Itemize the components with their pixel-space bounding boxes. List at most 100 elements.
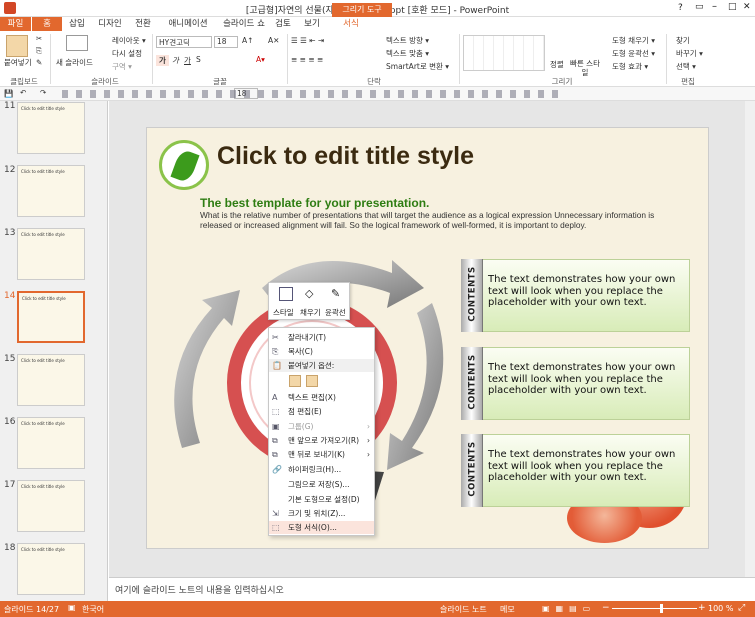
bullets-icon[interactable]: ☰ ☰ ⇤ ⇥ [291, 36, 324, 45]
slide-thumbnail[interactable]: Click to edit title style [17, 165, 85, 217]
slide-thumbnail[interactable]: Click to edit title style [17, 228, 85, 280]
menu-save-as-picture[interactable]: 그림으로 저장(S)... [269, 478, 374, 491]
slide-scrollbar[interactable] [745, 101, 755, 577]
bold-icon[interactable]: 가 [156, 55, 169, 66]
font-size-select[interactable]: 18 [214, 36, 238, 48]
tab-design[interactable]: 디자인 [94, 17, 126, 31]
find-button[interactable]: 찾기 [676, 35, 690, 46]
paste-icon[interactable] [6, 35, 28, 57]
menu-edit-text[interactable]: A 텍스트 편집(X) [269, 391, 374, 404]
tab-transitions[interactable]: 전환 [130, 17, 156, 31]
close-icon[interactable]: ✕ [743, 2, 751, 12]
ribbon-display-icon[interactable]: ▭ [695, 2, 704, 12]
content-text-3[interactable]: The text demonstrates how your own text … [488, 449, 683, 484]
paste-option-picture-icon[interactable] [306, 375, 318, 387]
align-text-button[interactable]: 텍스트 맞춤 ▾ [386, 48, 429, 59]
menu-send-to-back[interactable]: ⧉ 맨 뒤로 보내기(K) › [269, 448, 374, 461]
shape-fill-button[interactable]: 도형 채우기 ▾ [612, 35, 655, 46]
view-buttons[interactable]: ▣▦▤▭ [542, 604, 596, 613]
slide-thumbnail[interactable]: Click to edit title style [17, 102, 85, 154]
content-text-1[interactable]: The text demonstrates how your own text … [488, 274, 683, 309]
tab-home[interactable]: 홈 [32, 17, 62, 31]
content-text-2[interactable]: The text demonstrates how your own text … [488, 362, 683, 397]
slide-thumbnail[interactable]: Click to edit title style [17, 543, 85, 595]
tab-review[interactable]: 검토 [272, 17, 294, 31]
layout-button[interactable]: 레이아웃 ▾ [112, 35, 146, 46]
tab-slideshow[interactable]: 슬라이드 쇼 [218, 17, 270, 31]
zoom-level[interactable]: 100 % [708, 604, 733, 613]
menu-format-shape[interactable]: ⬚ 도형 서식(O)... [269, 521, 374, 534]
content-tag-2: CONTENTS [461, 347, 483, 420]
format-painter-icon[interactable]: ✎ [36, 58, 42, 67]
style-icon[interactable] [279, 287, 293, 301]
cut-icon[interactable]: ✂ [36, 34, 42, 43]
notes-toggle[interactable]: 슬라이드 노트 [440, 604, 487, 615]
language-indicator[interactable]: 한국어 [82, 604, 104, 615]
save-icon[interactable]: 💾 [4, 89, 13, 98]
outline-icon[interactable]: ✎ [331, 287, 340, 300]
replace-button[interactable]: 바꾸기 ▾ [676, 48, 703, 59]
slide-thumbnail[interactable]: Click to edit title style [17, 354, 85, 406]
shape-effects-button[interactable]: 도형 효과 ▾ [612, 61, 648, 72]
smartart-button[interactable]: SmartArt로 변환 ▾ [386, 61, 449, 72]
underline-icon[interactable]: 가 [184, 55, 191, 66]
tab-insert[interactable]: 삽입 [64, 17, 90, 31]
menu-hyperlink[interactable]: 🔗 하이퍼링크(H)... [269, 463, 374, 476]
slide-thumbnail-selected[interactable]: Click to edit title style [17, 291, 85, 343]
mini-outline-button[interactable]: 윤곽선 [325, 307, 346, 318]
slide-subtitle[interactable]: The best template for your presentation. [200, 196, 429, 210]
mini-fill-button[interactable]: 채우기 [300, 307, 321, 318]
menu-cut[interactable]: ✂ 잘라내기(T) [269, 331, 374, 344]
zoom-out-icon[interactable]: − [602, 603, 610, 613]
new-slide-button[interactable]: 새 슬라이드 [56, 57, 93, 68]
redo-icon[interactable]: ↷ [40, 88, 46, 97]
zoom-slider[interactable] [612, 608, 697, 609]
reset-button[interactable]: 다시 설정 [112, 48, 142, 59]
mini-style-button[interactable]: 스타일 [273, 307, 294, 318]
new-slide-icon[interactable] [66, 35, 88, 51]
menu-set-default-shape[interactable]: 기본 도형으로 설정(D) [269, 493, 374, 506]
comments-toggle[interactable]: 메모 [500, 604, 515, 615]
quick-styles-button[interactable]: 빠른 스타일 [570, 59, 600, 77]
zoom-in-icon[interactable]: + [698, 603, 706, 613]
paste-option-keep-icon[interactable] [289, 375, 301, 387]
align-icons[interactable]: ≡ ≡ ≡ ≡ [291, 55, 323, 64]
tab-animations[interactable]: 애니메이션 [160, 17, 216, 31]
slide-title[interactable]: Click to edit title style [217, 142, 474, 171]
slide-thumbnail[interactable]: Click to edit title style [17, 480, 85, 532]
maximize-icon[interactable]: □ [728, 2, 737, 12]
notes-placeholder[interactable]: 여기에 슬라이드 노트의 내용을 입력하십시오 [115, 583, 284, 596]
copy-icon[interactable]: ⎘ [36, 46, 42, 56]
menu-edit-points[interactable]: ⬚ 점 편집(E) [269, 405, 374, 418]
select-button[interactable]: 선택 ▾ [676, 61, 696, 72]
fill-icon[interactable]: ◇ [305, 287, 313, 300]
font-color-icon[interactable]: A▾ [256, 55, 265, 64]
tab-format[interactable]: 서식 [336, 17, 366, 31]
clear-format-icon[interactable]: A✕ [268, 36, 279, 45]
shadow-icon[interactable]: S [196, 55, 201, 64]
slide-body-text[interactable]: What is the relative number of presentat… [200, 210, 670, 230]
spellcheck-icon[interactable]: ▣ [68, 603, 76, 612]
undo-icon[interactable]: ↶ [20, 88, 26, 97]
minimize-icon[interactable]: – [712, 1, 717, 12]
zoom-slider-thumb[interactable] [660, 604, 663, 613]
paste-button[interactable]: 붙여넣기 [4, 57, 32, 68]
shape-outline-button[interactable]: 도형 윤곽선 ▾ [612, 48, 655, 59]
thumbnail-scrollbar[interactable] [97, 101, 107, 599]
help-icon[interactable]: ? [678, 3, 683, 13]
arrange-button[interactable]: 정렬 [550, 59, 564, 70]
fit-slide-icon[interactable]: ⤢ [738, 603, 745, 613]
section-button[interactable]: 구역 ▾ [112, 61, 132, 72]
italic-icon[interactable]: 가 [172, 55, 179, 66]
font-name-select[interactable]: HY견고딕 [156, 36, 212, 48]
notes-pane[interactable]: 여기에 슬라이드 노트의 내용을 입력하십시오 [109, 577, 755, 601]
menu-bring-to-front[interactable]: ⧉ 맨 앞으로 가져오기(R) › [269, 434, 374, 447]
tab-view[interactable]: 보기 [300, 17, 324, 31]
menu-copy[interactable]: ⎘ 복사(C) [269, 345, 374, 358]
text-direction-button[interactable]: 텍스트 방향 ▾ [386, 35, 429, 46]
menu-size-position[interactable]: ⇲ 크기 및 위치(Z)... [269, 507, 374, 520]
tab-file[interactable]: 파일 [0, 17, 31, 31]
slide-thumbnail[interactable]: Click to edit title style [17, 417, 85, 469]
font-grow-icon[interactable]: A↑ [242, 36, 253, 45]
shapes-gallery[interactable] [463, 35, 545, 71]
